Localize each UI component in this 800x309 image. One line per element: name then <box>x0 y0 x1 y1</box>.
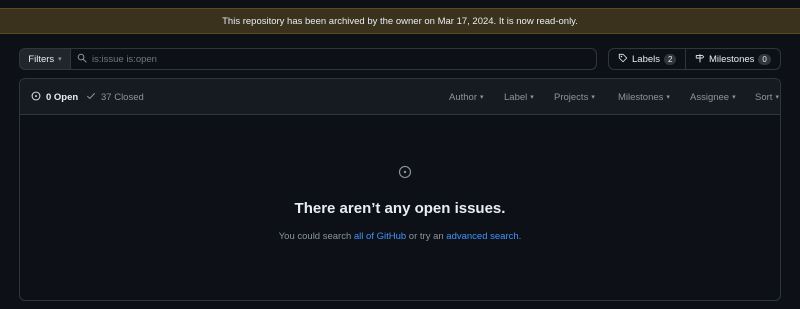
chevron-down-icon: ▾ <box>775 94 779 101</box>
advanced-search-link[interactable]: advanced search <box>446 231 518 242</box>
author-filter-label: Author <box>449 91 477 103</box>
empty-state-middle: or try an <box>406 231 447 242</box>
issue-open-icon <box>31 91 41 104</box>
closed-issues-tab[interactable]: 37 Closed <box>86 79 144 115</box>
sort-filter[interactable]: Sort ▾ <box>755 79 779 115</box>
filters-button[interactable]: Filters ▾ <box>19 48 71 70</box>
issue-search-bar[interactable] <box>71 48 597 70</box>
filters-button-label: Filters <box>28 53 55 65</box>
search-input[interactable] <box>92 53 572 65</box>
assignee-filter-label: Assignee <box>690 91 730 103</box>
issue-open-icon <box>398 165 412 184</box>
chevron-down-icon: ▾ <box>666 94 670 101</box>
archived-banner: This repository has been archived by the… <box>0 8 800 34</box>
issues-list: 0 Open 37 Closed Author ▾ Label ▾ Projec… <box>19 78 781 301</box>
milestones-filter[interactable]: Milestones ▾ <box>618 79 670 115</box>
open-issues-tab[interactable]: 0 Open <box>31 79 78 115</box>
milestones-button[interactable]: Milestones 0 <box>686 49 780 69</box>
labels-button[interactable]: Labels 2 <box>609 49 686 69</box>
empty-state-subtitle: You could search all of GitHub or try an… <box>20 231 780 242</box>
empty-state-suffix: . <box>518 231 522 242</box>
check-icon <box>86 91 96 104</box>
author-filter[interactable]: Author ▾ <box>449 79 484 115</box>
labels-label: Labels <box>632 53 660 65</box>
chevron-down-icon: ▾ <box>732 94 736 101</box>
open-issues-label: 0 Open <box>46 91 79 103</box>
milestone-icon <box>695 53 705 66</box>
chevron-down-icon: ▾ <box>591 94 595 101</box>
chevron-down-icon: ▾ <box>58 56 62 63</box>
projects-filter-label: Projects <box>554 91 589 103</box>
labels-milestones-group: Labels 2 Milestones 0 <box>608 48 781 70</box>
chevron-down-icon: ▾ <box>480 94 484 101</box>
issues-list-header: 0 Open 37 Closed Author ▾ Label ▾ Projec… <box>20 79 780 115</box>
milestones-label: Milestones <box>709 53 755 65</box>
chevron-down-icon: ▾ <box>530 94 534 101</box>
empty-state-title: There aren’t any open issues. <box>294 200 506 217</box>
search-icon <box>77 50 87 68</box>
labels-count: 2 <box>664 53 677 65</box>
archived-banner-text: This repository has been archived by the… <box>222 15 578 27</box>
milestones-count: 0 <box>758 53 771 65</box>
projects-filter[interactable]: Projects ▾ <box>554 79 595 115</box>
milestones-filter-label: Milestones <box>618 91 664 103</box>
label-filter[interactable]: Label ▾ <box>504 79 534 115</box>
assignee-filter[interactable]: Assignee ▾ <box>690 79 736 115</box>
closed-issues-label: 37 Closed <box>101 91 144 103</box>
label-filter-label: Label <box>504 91 528 103</box>
sort-filter-label: Sort <box>755 91 773 103</box>
issues-toolbar: Filters ▾ Labels 2 Milestones 0 <box>19 48 781 70</box>
all-of-github-link[interactable]: all of GitHub <box>354 231 406 242</box>
empty-state-prefix: You could search <box>278 231 354 242</box>
tag-icon <box>618 53 628 66</box>
